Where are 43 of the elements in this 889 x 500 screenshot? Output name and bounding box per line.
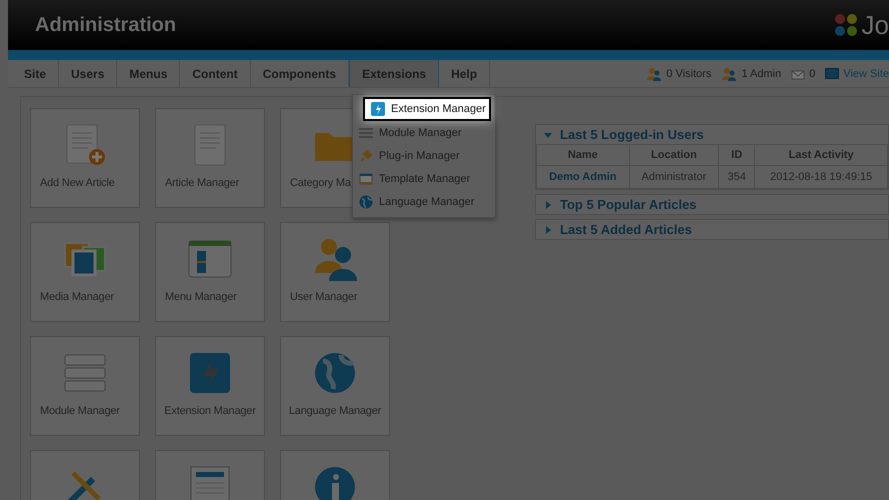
- status-text: 0 Visitors: [666, 68, 712, 80]
- shortcut-card[interactable]: Menu Manager: [155, 222, 265, 322]
- shortcut-card[interactable]: User Manager: [280, 222, 390, 322]
- users-icon: [646, 66, 662, 80]
- view-site-link[interactable]: View Site: [843, 68, 889, 80]
- column-header: ID: [718, 144, 755, 166]
- panel-header[interactable]: Last 5 Added Articles: [536, 220, 888, 239]
- column-header: Location: [629, 144, 719, 166]
- shortcut-card[interactable]: Add New Article: [30, 108, 140, 208]
- table-cell: 2012-08-18 19:49:15: [754, 166, 888, 188]
- menu-tab[interactable]: Help: [439, 60, 490, 87]
- menu-tab[interactable]: Extensions: [349, 60, 440, 87]
- globe-icon: [359, 194, 373, 208]
- shortcut-card[interactable]: Language Manager: [280, 336, 390, 436]
- triangle-icon: [544, 200, 552, 208]
- table-cell: 354: [718, 166, 755, 188]
- lightning-icon: [371, 102, 385, 116]
- shortcut-card[interactable]: Media Manager: [30, 222, 140, 322]
- menu-tab[interactable]: Menus: [117, 60, 180, 87]
- mail-icon: [791, 68, 806, 80]
- panel-header[interactable]: Last 5 Logged-in Users: [536, 125, 888, 144]
- column-header: Name: [536, 144, 630, 166]
- status-text: 1 Admin: [741, 68, 782, 80]
- shortcut-card[interactable]: Extension Manager: [155, 336, 265, 436]
- triangle-icon: [544, 226, 552, 234]
- shortcut-card[interactable]: Module Manager: [30, 336, 140, 436]
- menu-tab[interactable]: Site: [12, 60, 60, 87]
- triangle-icon: [544, 130, 552, 138]
- monitor-icon: [825, 68, 840, 79]
- panel-header[interactable]: Top 5 Popular Articles: [536, 195, 888, 214]
- logo-text: Jo: [862, 10, 889, 40]
- stack-icon: [359, 126, 373, 140]
- page-title: Administration: [35, 14, 176, 36]
- status-text: 0: [809, 68, 816, 80]
- user-link[interactable]: Demo Admin: [536, 166, 630, 188]
- window-icon: [359, 172, 373, 186]
- column-header: Last Activity: [754, 144, 888, 166]
- menu-tab[interactable]: Users: [59, 60, 118, 87]
- users-icon: [721, 66, 738, 80]
- table-cell: Administrator: [629, 166, 719, 188]
- dropdown-item[interactable]: Extension Manager: [363, 97, 491, 121]
- shortcut-card[interactable]: Article Manager: [155, 108, 265, 208]
- menu-tab[interactable]: Content: [180, 60, 251, 87]
